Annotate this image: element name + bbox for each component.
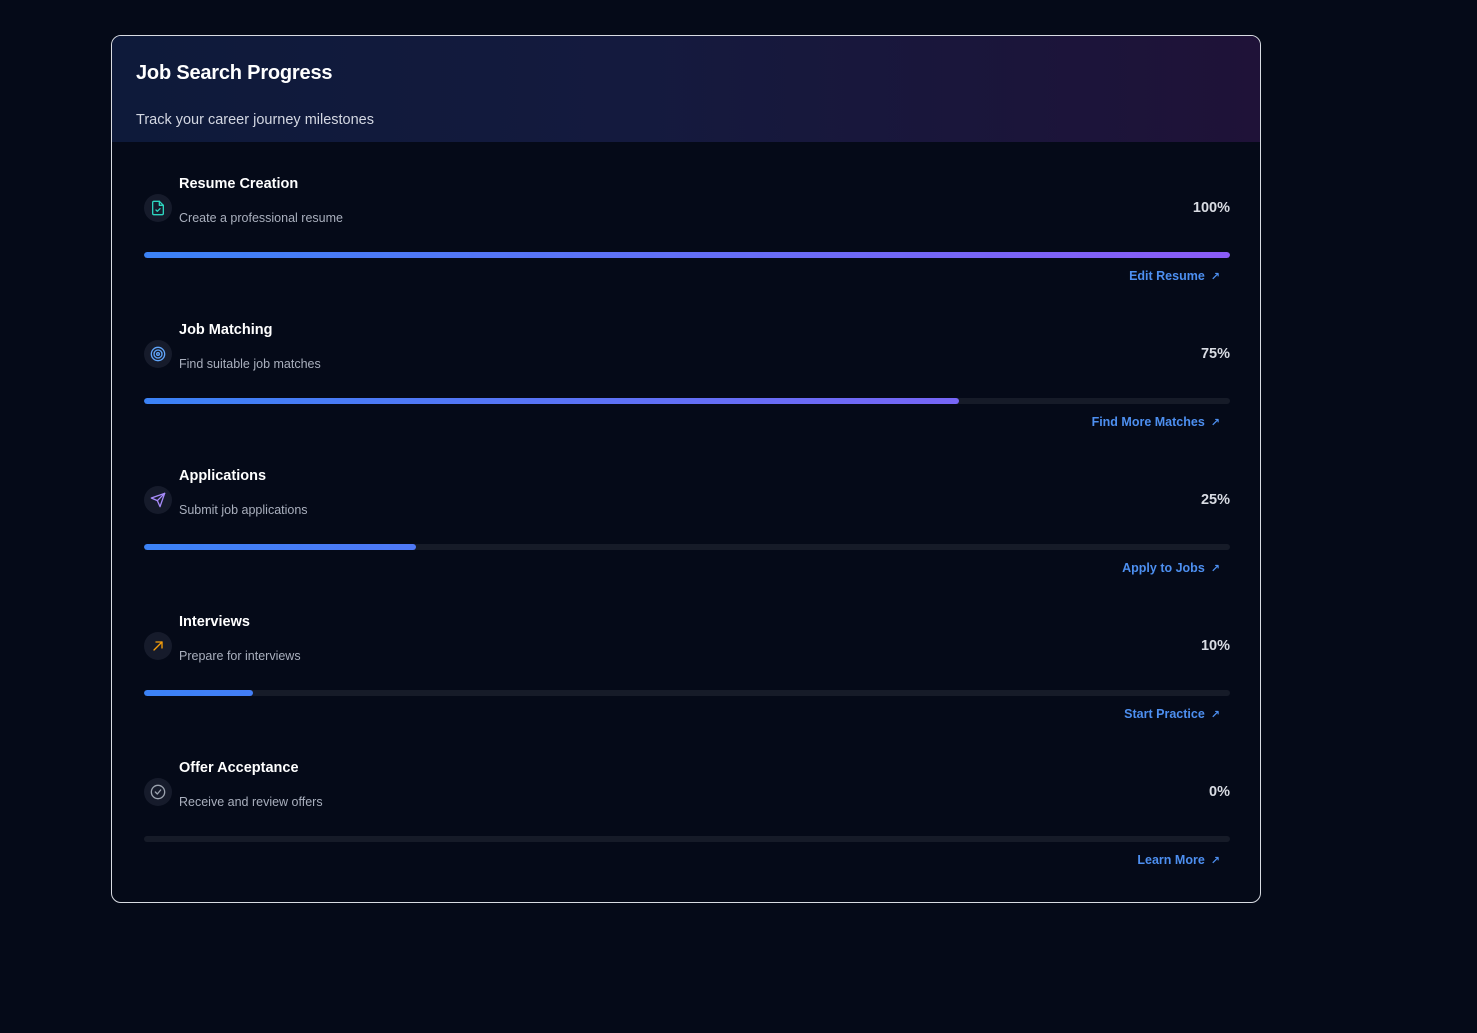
milestone-offer-acceptance: Offer Acceptance Receive and review offe… — [144, 726, 1230, 872]
milestone-percent: 75% — [1200, 346, 1230, 362]
start-practice-link[interactable]: Start Practice ↗ — [1124, 707, 1220, 721]
action-label: Start Practice — [1124, 707, 1205, 721]
milestone-percent: 25% — [1200, 492, 1230, 508]
milestone-percent: 0% — [1209, 784, 1230, 800]
milestone-description: Create a professional resume — [179, 211, 343, 225]
milestone-job-matching: Job Matching Find suitable job matches 7… — [144, 288, 1230, 434]
check-circle-icon — [144, 778, 172, 806]
arrow-up-right-icon: ↗ — [1210, 854, 1220, 867]
progress-track — [144, 544, 1230, 550]
progress-track — [144, 690, 1230, 696]
target-icon — [144, 340, 172, 368]
progress-track — [144, 252, 1230, 258]
progress-fill — [144, 690, 253, 696]
milestone-description: Find suitable job matches — [179, 357, 321, 371]
milestone-list: Resume Creation Create a professional re… — [144, 142, 1230, 872]
progress-fill — [144, 252, 1230, 258]
milestone-title: Applications — [179, 468, 267, 484]
page-title: Job Search Progress — [136, 62, 333, 84]
job-search-progress-card: Job Search Progress Track your career jo… — [111, 35, 1261, 903]
progress-fill — [144, 544, 416, 550]
file-check-icon — [144, 194, 172, 222]
milestone-description: Prepare for interviews — [179, 649, 301, 663]
progress-fill — [144, 398, 959, 404]
arrow-up-right-icon: ↗ — [1210, 708, 1220, 721]
edit-resume-link[interactable]: Edit Resume ↗ — [1129, 269, 1220, 283]
milestone-percent: 10% — [1200, 638, 1230, 654]
progress-track — [144, 836, 1230, 842]
milestone-title: Job Matching — [179, 322, 273, 338]
milestone-applications: Applications Submit job applications 25%… — [144, 434, 1230, 580]
trending-up-arrow-icon — [144, 632, 172, 660]
card-header: Job Search Progress Track your career jo… — [112, 36, 1260, 142]
milestone-title: Offer Acceptance — [179, 760, 299, 776]
milestone-resume-creation: Resume Creation Create a professional re… — [144, 142, 1230, 288]
milestone-title: Interviews — [179, 614, 250, 630]
learn-more-link[interactable]: Learn More ↗ — [1137, 853, 1220, 867]
arrow-up-right-icon: ↗ — [1210, 416, 1220, 429]
arrow-up-right-icon: ↗ — [1210, 562, 1220, 575]
send-icon — [144, 486, 172, 514]
progress-track — [144, 398, 1230, 404]
action-label: Learn More — [1137, 853, 1205, 867]
milestone-title: Resume Creation — [179, 176, 299, 192]
action-label: Apply to Jobs — [1122, 561, 1205, 575]
find-more-matches-link[interactable]: Find More Matches ↗ — [1092, 415, 1220, 429]
apply-to-jobs-link[interactable]: Apply to Jobs ↗ — [1122, 561, 1220, 575]
page-subtitle: Track your career journey milestones — [136, 112, 374, 128]
milestone-percent: 100% — [1192, 200, 1230, 216]
arrow-up-right-icon: ↗ — [1210, 270, 1220, 283]
milestone-description: Submit job applications — [179, 503, 308, 517]
milestone-interviews: Interviews Prepare for interviews 10% St… — [144, 580, 1230, 726]
action-label: Edit Resume — [1129, 269, 1205, 283]
milestone-description: Receive and review offers — [179, 795, 323, 809]
action-label: Find More Matches — [1091, 415, 1205, 429]
